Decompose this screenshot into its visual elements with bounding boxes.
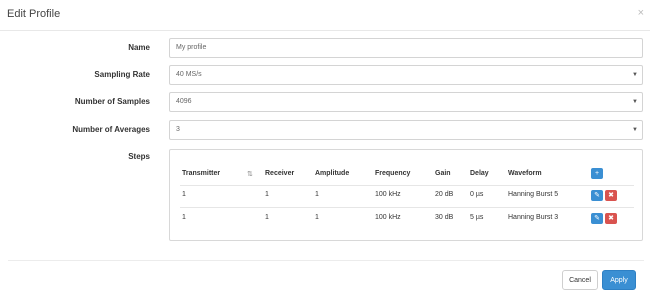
delete-step-button[interactable]: ✖ <box>605 213 617 224</box>
steps-table: Transmitter ⇅ Receiver Amplitude Frequen… <box>169 149 643 241</box>
num-samples-row: Number of Samples 4096 ▼ <box>0 92 650 112</box>
row1-frequency: 100 kHz <box>375 191 401 198</box>
col-header-delay: Delay <box>470 170 489 177</box>
close-icon[interactable]: × <box>638 7 644 19</box>
modal-header: Edit Profile × <box>0 0 650 31</box>
num-samples-select[interactable]: 4096 ▼ <box>169 92 643 112</box>
delete-icon: ✖ <box>608 192 614 199</box>
num-averages-value: 3 <box>176 126 180 133</box>
row1-delay: 0 µs <box>470 191 484 198</box>
num-samples-label: Number of Samples <box>74 97 150 106</box>
row2-frequency: 100 kHz <box>375 214 401 221</box>
delete-icon: ✖ <box>608 215 614 222</box>
table-divider <box>180 207 634 208</box>
col-header-transmitter: Transmitter <box>182 170 221 177</box>
caret-down-icon: ▼ <box>632 99 638 105</box>
col-header-gain: Gain <box>435 170 451 177</box>
sampling-rate-value: 40 MS/s <box>176 71 202 78</box>
cancel-button[interactable]: Cancel <box>562 270 598 290</box>
name-label: Name <box>128 43 150 52</box>
sampling-rate-select[interactable]: 40 MS/s ▼ <box>169 65 643 85</box>
caret-down-icon: ▼ <box>632 127 638 133</box>
row1-transmitter: 1 <box>182 191 186 198</box>
row2-gain: 30 dB <box>435 214 454 221</box>
apply-button[interactable]: Apply <box>602 270 636 290</box>
name-value: My profile <box>176 44 207 51</box>
row2-waveform: Hanning Burst 3 <box>508 214 559 221</box>
col-header-amplitude: Amplitude <box>315 170 350 177</box>
delete-step-button[interactable]: ✖ <box>605 190 617 201</box>
sampling-rate-row: Sampling Rate 40 MS/s ▼ <box>0 65 650 85</box>
row1-gain: 20 dB <box>435 191 454 198</box>
name-input[interactable]: My profile <box>169 38 643 58</box>
row1-receiver: 1 <box>265 191 269 198</box>
modal-title: Edit Profile <box>7 8 61 20</box>
name-row: Name My profile <box>0 38 650 58</box>
footer-divider <box>8 260 644 261</box>
row1-amplitude: 1 <box>315 191 319 198</box>
pencil-icon: ✎ <box>594 192 600 199</box>
edit-step-button[interactable]: ✎ <box>591 213 603 224</box>
plus-icon: + <box>594 170 600 177</box>
add-step-button[interactable]: + <box>591 168 603 179</box>
pencil-icon: ✎ <box>594 215 600 222</box>
caret-down-icon: ▼ <box>632 72 638 78</box>
steps-label: Steps <box>128 152 150 161</box>
sampling-rate-label: Sampling Rate <box>94 70 150 79</box>
sort-icon[interactable]: ⇅ <box>247 170 253 178</box>
num-averages-label: Number of Averages <box>72 125 150 134</box>
num-averages-row: Number of Averages 3 ▼ <box>0 120 650 140</box>
num-averages-select[interactable]: 3 ▼ <box>169 120 643 140</box>
row2-delay: 5 µs <box>470 214 484 221</box>
table-divider <box>180 185 634 186</box>
num-samples-value: 4096 <box>176 98 192 105</box>
col-header-waveform: Waveform <box>508 170 542 177</box>
row2-receiver: 1 <box>265 214 269 221</box>
col-header-frequency: Frequency <box>375 170 411 177</box>
row2-amplitude: 1 <box>315 214 319 221</box>
row2-transmitter: 1 <box>182 214 186 221</box>
edit-step-button[interactable]: ✎ <box>591 190 603 201</box>
col-header-receiver: Receiver <box>265 170 295 177</box>
row1-waveform: Hanning Burst 5 <box>508 191 559 198</box>
